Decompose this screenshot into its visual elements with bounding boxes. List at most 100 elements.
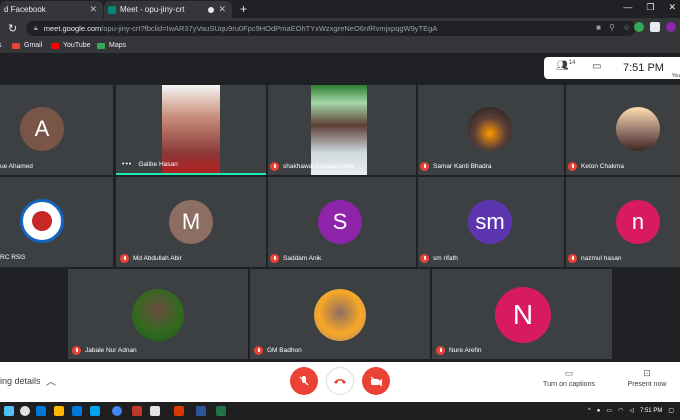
new-tab-button[interactable]: + [240, 2, 247, 16]
people-button[interactable]: 👥︎14 [556, 60, 575, 71]
app-icon[interactable] [132, 406, 142, 416]
mail-icon[interactable] [90, 406, 100, 416]
extension-icon[interactable] [634, 22, 644, 32]
search-icon[interactable] [20, 406, 30, 416]
avatar [132, 289, 184, 341]
captions-button[interactable]: ▭ Turn on captions [538, 368, 600, 388]
meet-header: 👥︎14 ▭ 7:51 PM You [0, 53, 680, 83]
network-icon[interactable]: ◠ [618, 407, 623, 414]
participant-tile: Jabale Nur Adnan [68, 269, 248, 359]
participant-name-text: Keton Chakma [581, 163, 624, 170]
participant-name: Keton Chakma [568, 162, 624, 171]
participant-name: RC RSG [0, 254, 25, 261]
avatar [20, 199, 64, 243]
browser-toolbar: ↻ 🔒︎ meet.google.com /opu-jiny-crt?fbcli… [0, 18, 680, 39]
leave-call-button[interactable] [326, 367, 354, 395]
restore-icon[interactable]: ❐ [646, 2, 654, 13]
app-icon[interactable] [150, 406, 160, 416]
start-icon[interactable] [4, 406, 14, 416]
lock-icon: 🔒︎ [34, 24, 38, 32]
mic-toggle-button[interactable] [290, 367, 318, 395]
camera-off-icon [370, 376, 382, 386]
omnibox-actions: ■ ⚲ ☆ [596, 23, 630, 32]
close-window-icon[interactable]: ✕ [668, 2, 676, 13]
taskbar-clock: 7:51 PM [639, 407, 663, 414]
powerpoint-icon[interactable] [174, 406, 184, 416]
gmail-icon [12, 42, 20, 49]
minimize-icon[interactable]: — [623, 2, 632, 13]
edge-icon[interactable] [36, 406, 46, 416]
word-icon[interactable] [196, 406, 206, 416]
participant-tile: A ue Ahamed [0, 85, 113, 175]
bookmark-gmail[interactable]: Gmail [12, 42, 42, 49]
chat-icon[interactable]: ▭ [592, 61, 601, 72]
participant-tile: S Saddam Anik [268, 177, 416, 267]
volume-icon[interactable]: ◁ [629, 407, 634, 414]
mic-off-icon [420, 254, 429, 263]
store-icon[interactable] [72, 406, 82, 416]
bookmark-label: YouTube [63, 42, 91, 49]
browser-tab-bar: d Facebook ✕ Meet - opu-jiny-crt ✕ + — ❐… [0, 0, 680, 18]
present-now-button[interactable]: ⊡ Present now [622, 368, 672, 388]
captions-label: Turn on captions [543, 381, 595, 388]
close-icon[interactable]: ✕ [218, 4, 226, 15]
avatar: sm [468, 200, 512, 244]
bookmark-label: s [0, 42, 2, 49]
puzzle-icon[interactable] [650, 22, 660, 32]
empty-tile [0, 269, 66, 359]
microphone-icon[interactable]: ● [597, 408, 601, 414]
maps-icon [97, 42, 105, 49]
file-explorer-icon[interactable] [54, 406, 64, 416]
chrome-icon[interactable] [112, 406, 122, 416]
recording-icon [208, 7, 214, 13]
mic-off-icon [568, 254, 577, 263]
active-speaker-bar [116, 173, 266, 175]
captions-icon: ▭ [564, 368, 574, 378]
mic-off-icon [270, 162, 279, 171]
chevron-up-icon[interactable]: ︿ [46, 373, 56, 388]
mic-off-icon [270, 254, 279, 263]
mic-off-icon [436, 346, 445, 355]
participant-tile: shakhawat hossain ridoy [268, 85, 416, 175]
participant-tile: Samar Kanti Bhadra [418, 85, 564, 175]
extensions [634, 22, 676, 32]
participant-name-text: nazmul hasan [581, 255, 622, 262]
participant-name-text: Saddam Anik [283, 255, 322, 262]
windows-taskbar: ^ ● ▭ ◠ ◁ 7:51 PM ▢ [0, 402, 680, 420]
participant-tile: N Nure Arefin [432, 269, 612, 359]
battery-icon[interactable]: ▭ [606, 407, 612, 414]
address-bar[interactable]: 🔒︎ meet.google.com /opu-jiny-crt?fbclid=… [26, 21, 636, 36]
bookmark-apps[interactable]: s [0, 42, 2, 49]
participant-name: sm rifath [420, 254, 458, 263]
chevron-up-icon[interactable]: ^ [588, 408, 591, 414]
camera-toggle-button[interactable] [362, 367, 390, 395]
participant-count: 14 [568, 60, 576, 66]
url-path: /opu-jiny-crt?fbclid=IwAR37yVauSUqu9ru0F… [101, 24, 438, 33]
excel-icon[interactable] [216, 406, 226, 416]
participant-name-text: Jabale Nur Adnan [85, 347, 137, 354]
participant-name: Jabale Nur Adnan [72, 346, 137, 355]
mic-off-icon [299, 376, 309, 386]
notification-icon[interactable]: ▢ [668, 407, 674, 414]
participant-tile: n nazmul hasan [566, 177, 680, 267]
tab-meet[interactable]: Meet - opu-jiny-crt ✕ [104, 1, 232, 18]
participant-name: Samar Kanti Bhadra [420, 162, 492, 171]
close-icon[interactable]: ✕ [89, 4, 97, 15]
camera-icon[interactable]: ■ [596, 23, 601, 32]
participant-name-text: ue Ahamed [0, 163, 33, 170]
system-tray: ^ ● ▭ ◠ ◁ 7:51 PM ▢ [588, 407, 674, 415]
participant-name: shakhawat hossain ridoy [270, 162, 354, 171]
meeting-details-button[interactable]: ing details [0, 376, 41, 386]
search-icon[interactable]: ⚲ [609, 23, 615, 32]
reload-icon[interactable]: ↻ [8, 22, 17, 35]
present-label: Present now [627, 381, 667, 388]
logo-icon [32, 211, 52, 231]
participant-tile: GM Badhon [250, 269, 430, 359]
participant-name-text: Samar Kanti Bhadra [433, 163, 492, 170]
bookmark-maps[interactable]: Maps [97, 42, 126, 49]
profile-avatar[interactable] [666, 22, 676, 32]
star-icon[interactable]: ☆ [623, 23, 630, 32]
avatar [616, 107, 660, 151]
tab-facebook[interactable]: d Facebook ✕ [0, 1, 103, 18]
bookmark-youtube[interactable]: YouTube [51, 42, 91, 49]
